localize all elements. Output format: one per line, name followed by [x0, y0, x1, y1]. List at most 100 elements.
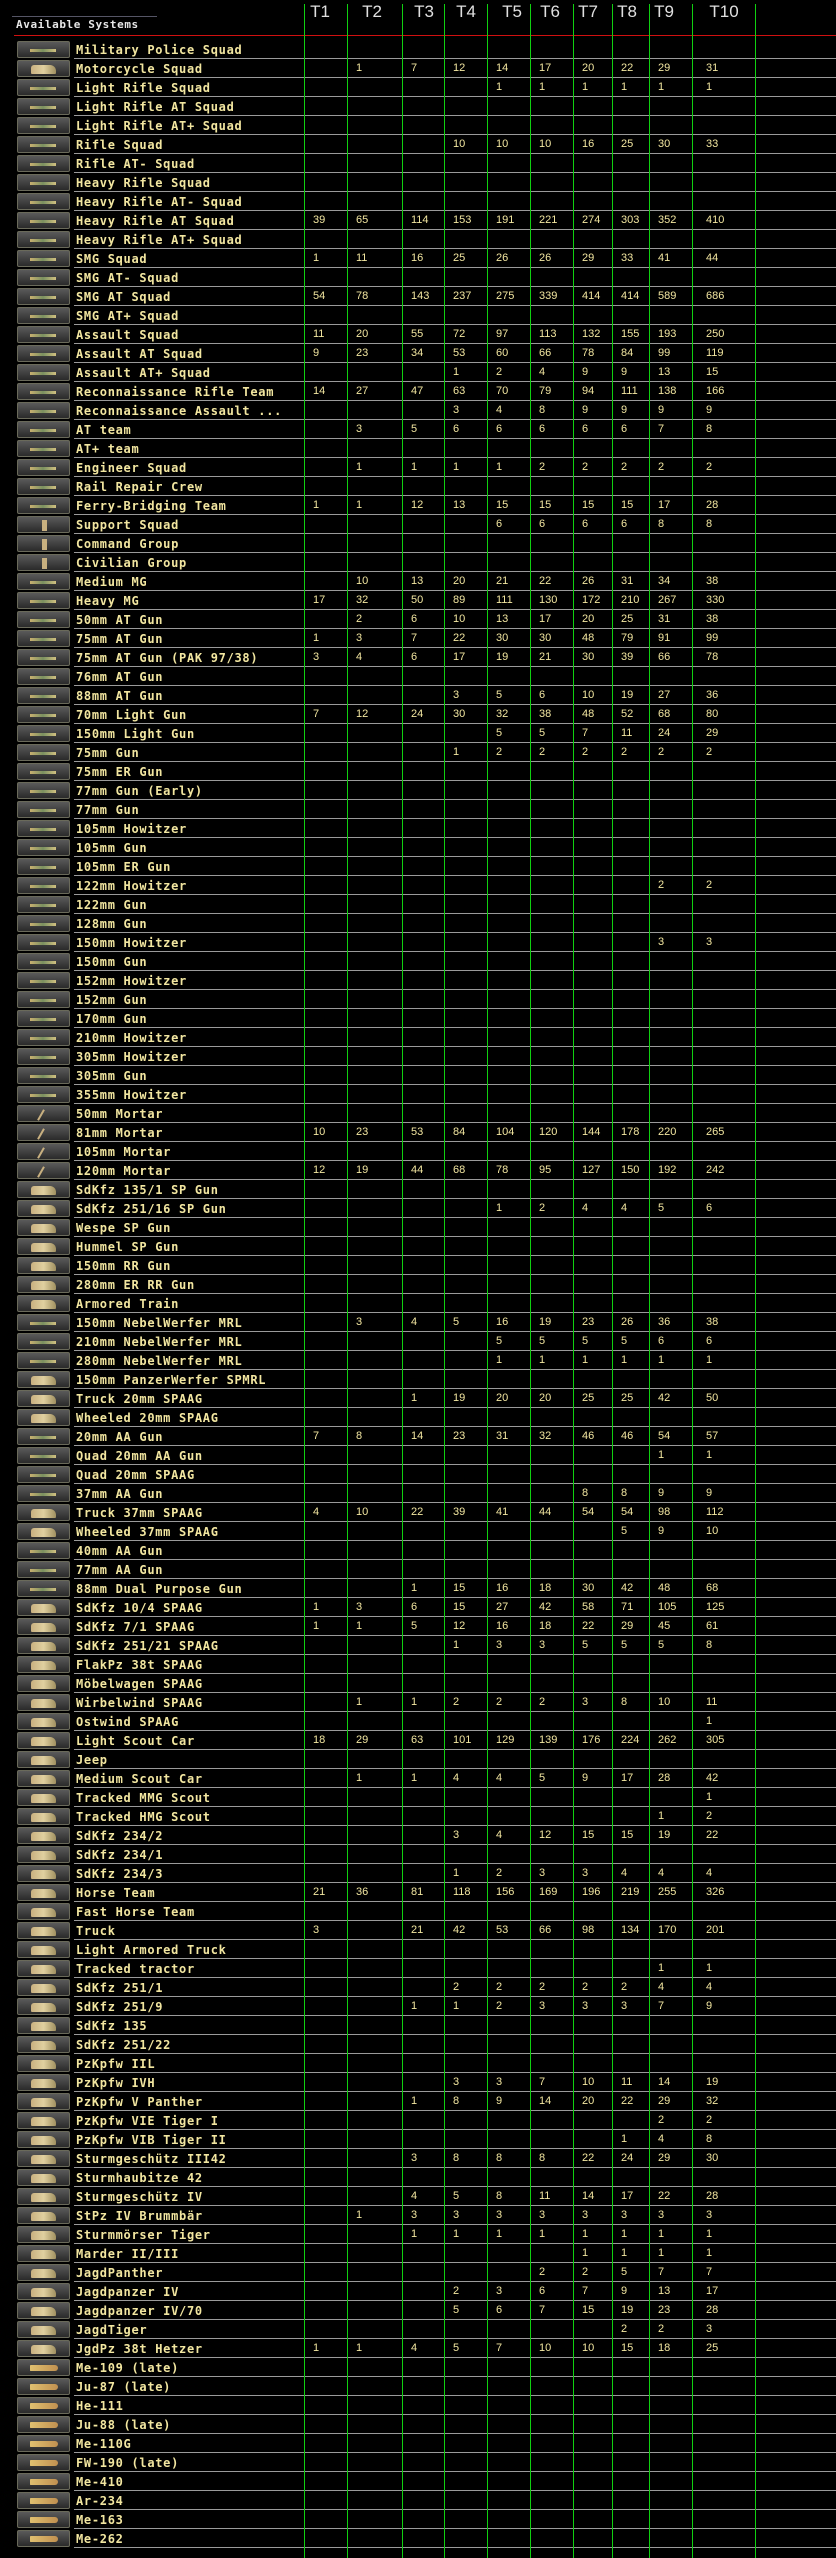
table-row[interactable]: FW-190 (late) [0, 2453, 836, 2472]
table-row[interactable]: 150mm Gun [0, 952, 836, 971]
table-row[interactable]: 305mm Howitzer [0, 1047, 836, 1066]
table-row[interactable]: Ju-88 (late) [0, 2415, 836, 2434]
table-row[interactable]: Me-262 [0, 2529, 836, 2548]
table-row[interactable]: Reconnaissance Assault ... 3 4 8 9 9 9 9 [0, 401, 836, 420]
table-row[interactable]: Light Armored Truck [0, 1940, 836, 1959]
table-row[interactable]: 120mm Mortar 12 19 44 68 78 95 127 150 192 242 [0, 1161, 836, 1180]
table-row[interactable]: Quad 20mm SPAAG [0, 1465, 836, 1484]
table-row[interactable]: Heavy Rifle AT- Squad [0, 192, 836, 211]
table-row[interactable]: Command Group [0, 534, 836, 553]
table-row[interactable]: 88mm AT Gun 3 5 6 10 19 27 36 [0, 686, 836, 705]
table-row[interactable]: Wheeled 37mm SPAAG 5 9 10 [0, 1522, 836, 1541]
table-row[interactable]: He-111 [0, 2396, 836, 2415]
table-row[interactable]: 150mm RR Gun [0, 1256, 836, 1275]
table-row[interactable]: 105mm Mortar [0, 1142, 836, 1161]
table-row[interactable]: Truck 20mm SPAAG 1 19 20 20 25 25 42 50 [0, 1389, 836, 1408]
table-row[interactable]: Ferry-Bridging Team 1 1 12 13 15 15 15 15 17 28 [0, 496, 836, 515]
table-row[interactable]: PzKpfw IIL [0, 2054, 836, 2073]
table-row[interactable]: SdKfz 10/4 SPAAG 1 3 6 15 27 42 58 71 105 125 [0, 1598, 836, 1617]
table-row[interactable]: Rifle Squad 10 10 10 16 25 30 33 [0, 135, 836, 154]
table-row[interactable]: SdKfz 7/1 SPAAG 1 1 5 12 16 18 22 29 45 61 [0, 1617, 836, 1636]
table-row[interactable]: Sturmgeschütz IV 4 5 8 11 14 17 22 28 [0, 2187, 836, 2206]
table-row[interactable]: Möbelwagen SPAAG [0, 1674, 836, 1693]
table-row[interactable]: Heavy Rifle AT+ Squad [0, 230, 836, 249]
table-row[interactable]: SdKfz 234/2 3 4 12 15 15 19 22 [0, 1826, 836, 1845]
table-row[interactable]: Wespe SP Gun [0, 1218, 836, 1237]
table-row[interactable]: 150mm PanzerWerfer SPMRL [0, 1370, 836, 1389]
table-row[interactable]: Reconnaissance Rifle Team 14 27 47 63 70 79 94 1… [0, 382, 836, 401]
table-row[interactable]: Truck 3 21 42 53 66 98 134 170 201 [0, 1921, 836, 1940]
table-row[interactable]: SdKfz 135 [0, 2016, 836, 2035]
table-row[interactable]: 170mm Gun [0, 1009, 836, 1028]
table-row[interactable]: JagdPanther 2 2 5 7 7 [0, 2263, 836, 2282]
table-row[interactable]: Ostwind SPAAG 1 [0, 1712, 836, 1731]
table-row[interactable]: SdKfz 251/16 SP Gun 1 2 4 4 5 6 [0, 1199, 836, 1218]
table-row[interactable]: Me-410 [0, 2472, 836, 2491]
table-row[interactable]: Me-110G [0, 2434, 836, 2453]
table-row[interactable]: Sturmmörser Tiger 1 1 1 1 1 1 1 1 [0, 2225, 836, 2244]
table-row[interactable]: 280mm ER RR Gun [0, 1275, 836, 1294]
table-row[interactable]: Medium MG 10 13 20 21 22 26 31 34 38 [0, 572, 836, 591]
table-row[interactable]: Assault AT+ Squad 1 2 4 9 9 13 15 [0, 363, 836, 382]
table-row[interactable]: Heavy Rifle AT Squad 39 65 114 153 191 221 274 3… [0, 211, 836, 230]
table-row[interactable]: 105mm Howitzer [0, 819, 836, 838]
table-row[interactable]: SMG AT+ Squad [0, 306, 836, 325]
table-row[interactable]: 128mm Gun [0, 914, 836, 933]
table-row[interactable]: SdKfz 251/21 SPAAG 1 3 3 5 5 5 8 [0, 1636, 836, 1655]
table-row[interactable]: Motorcycle Squad 1 7 12 14 17 20 22 29 31 [0, 59, 836, 78]
table-row[interactable]: SMG Squad 1 11 16 25 26 26 29 33 41 44 [0, 249, 836, 268]
table-row[interactable]: 81mm Mortar 10 23 53 84 104 120 144 178 220 265 [0, 1123, 836, 1142]
table-row[interactable]: SdKfz 135/1 SP Gun [0, 1180, 836, 1199]
table-row[interactable]: 50mm Mortar [0, 1104, 836, 1123]
table-row[interactable]: 355mm Howitzer [0, 1085, 836, 1104]
table-row[interactable]: 305mm Gun [0, 1066, 836, 1085]
table-row[interactable]: Jagdpanzer IV 2 3 6 7 9 13 17 [0, 2282, 836, 2301]
table-row[interactable]: Ju-87 (late) [0, 2377, 836, 2396]
table-row[interactable]: Truck 37mm SPAAG 4 10 22 39 41 44 54 54 98 112 [0, 1503, 836, 1522]
table-row[interactable]: SdKfz 234/1 [0, 1845, 836, 1864]
table-row[interactable]: SdKfz 234/3 1 2 3 3 4 4 4 [0, 1864, 836, 1883]
table-row[interactable]: 75mm ER Gun [0, 762, 836, 781]
table-row[interactable]: 122mm Howitzer 2 2 [0, 876, 836, 895]
table-row[interactable]: Rifle AT- Squad [0, 154, 836, 173]
table-row[interactable]: AT+ team [0, 439, 836, 458]
table-row[interactable]: JagdTiger 2 2 3 [0, 2320, 836, 2339]
table-row[interactable]: 210mm Howitzer [0, 1028, 836, 1047]
table-row[interactable]: SdKfz 251/1 2 2 2 2 2 4 4 [0, 1978, 836, 1997]
table-row[interactable]: SMG AT- Squad [0, 268, 836, 287]
table-row[interactable]: Assault Squad 11 20 55 72 97 113 132 155 193 250 [0, 325, 836, 344]
table-row[interactable]: 76mm AT Gun [0, 667, 836, 686]
table-row[interactable]: 75mm AT Gun (PAK 97/38) 3 4 6 17 19 21 30 39 66 78 [0, 648, 836, 667]
table-row[interactable]: PzKpfw V Panther 1 8 9 14 20 22 29 32 [0, 2092, 836, 2111]
table-row[interactable]: Quad 20mm AA Gun 1 1 [0, 1446, 836, 1465]
table-row[interactable]: Fast Horse Team [0, 1902, 836, 1921]
table-row[interactable]: 150mm Howitzer 3 3 [0, 933, 836, 952]
table-row[interactable]: 152mm Gun [0, 990, 836, 1009]
table-row[interactable]: Light Rifle Squad 1 1 1 1 1 1 [0, 78, 836, 97]
table-row[interactable]: Support Squad 6 6 6 6 8 8 [0, 515, 836, 534]
table-row[interactable]: JgdPz 38t Hetzer 1 1 4 5 7 10 10 15 18 25 [0, 2339, 836, 2358]
table-row[interactable]: Wheeled 20mm SPAAG [0, 1408, 836, 1427]
table-row[interactable]: Heavy MG 17 32 50 89 111 130 172 210 267 330 [0, 591, 836, 610]
table-row[interactable]: FlakPz 38t SPAAG [0, 1655, 836, 1674]
table-row[interactable]: Me-109 (late) [0, 2358, 836, 2377]
table-row[interactable]: 75mm AT Gun 1 3 7 22 30 30 48 79 91 99 [0, 629, 836, 648]
table-row[interactable]: Light Rifle AT Squad [0, 97, 836, 116]
table-row[interactable]: Engineer Squad 1 1 1 1 2 2 2 2 2 [0, 458, 836, 477]
table-row[interactable]: StPz IV Brummbär 1 3 3 3 3 3 3 3 3 [0, 2206, 836, 2225]
table-row[interactable]: SdKfz 251/9 1 1 2 3 3 3 7 9 [0, 1997, 836, 2016]
table-row[interactable]: 37mm AA Gun 8 8 9 9 [0, 1484, 836, 1503]
table-row[interactable]: 105mm Gun [0, 838, 836, 857]
table-row[interactable]: Light Scout Car 18 29 63 101 129 139 176 224 262 3… [0, 1731, 836, 1750]
table-row[interactable]: 70mm Light Gun 7 12 24 30 32 38 48 52 68 80 [0, 705, 836, 724]
table-row[interactable]: Wirbelwind SPAAG 1 1 2 2 2 3 8 10 11 [0, 1693, 836, 1712]
table-row[interactable]: 77mm Gun [0, 800, 836, 819]
table-row[interactable]: 210mm NebelWerfer MRL 5 5 5 5 6 6 [0, 1332, 836, 1351]
table-row[interactable]: 152mm Howitzer [0, 971, 836, 990]
table-row[interactable]: Hummel SP Gun [0, 1237, 836, 1256]
table-row[interactable]: Tracked HMG Scout 1 2 [0, 1807, 836, 1826]
table-row[interactable]: Sturmhaubitze 42 [0, 2168, 836, 2187]
table-row[interactable]: PzKpfw VIB Tiger II 1 4 8 [0, 2130, 836, 2149]
table-row[interactable]: PzKpfw VIE Tiger I 2 2 [0, 2111, 836, 2130]
table-row[interactable]: Jagdpanzer IV/70 5 6 7 15 19 23 28 [0, 2301, 836, 2320]
